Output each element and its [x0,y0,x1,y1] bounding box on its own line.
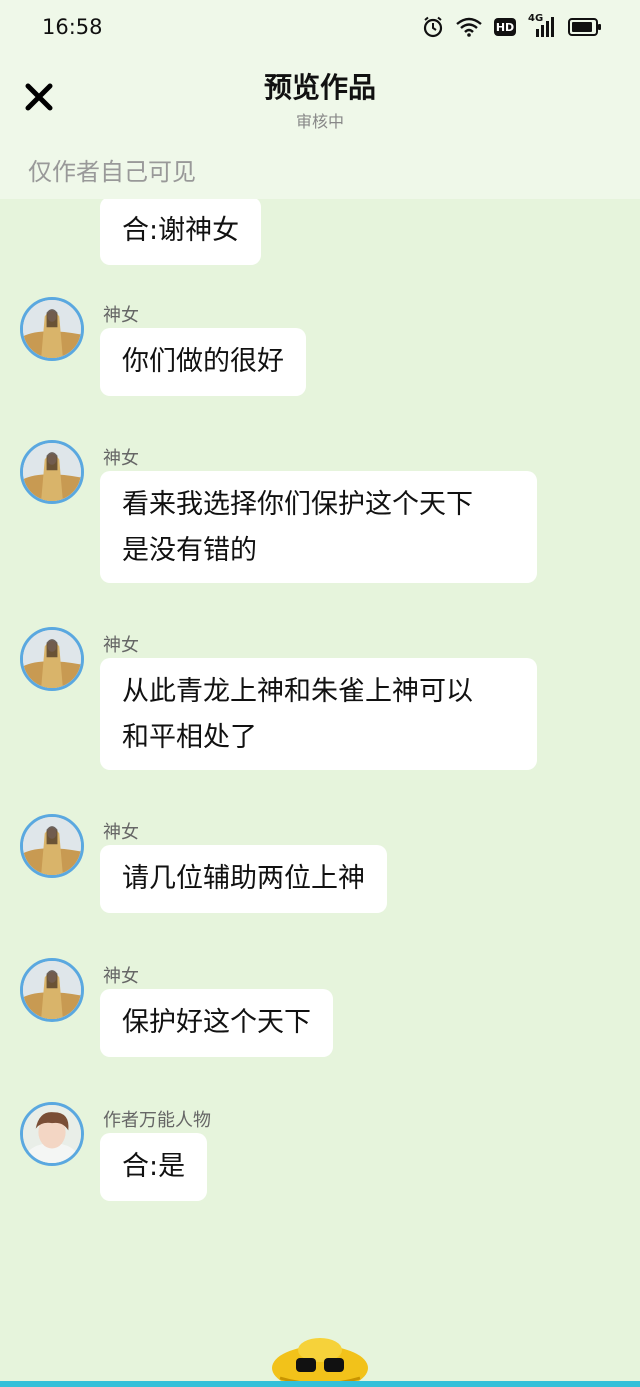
chat-message: 神女 请几位辅助两位上神 [0,814,640,944]
boy-avatar[interactable] [20,1102,84,1166]
speaker-name: 作者万能人物 [103,1110,211,1131]
chat-message: 神女 保护好这个天下 [0,958,640,1088]
message-bubble: 从此青龙上神和朱雀上神可以 和平相处了 [100,658,537,770]
battery-icon [568,18,601,36]
message-bubble: 你们做的很好 [100,328,306,396]
message-bubble: 合:谢神女 [100,199,262,265]
status-bar: 16:58 HD 4G [0,0,640,56]
page-title: 预览作品 [263,71,376,104]
alarm-icon [423,16,443,38]
status-icons: HD 4G [422,13,602,38]
message-text: 是没有错的 [122,535,257,566]
wifi-icon [456,17,482,37]
goddess-avatar[interactable] [20,627,84,691]
chat-message: 作者万能人物 合:是 [0,1102,640,1232]
message-text: 请几位辅助两位上神 [122,863,365,894]
review-status: 审核中 [295,112,344,131]
signal-icon: 4G [528,13,556,37]
message-text: 合:谢神女 [122,215,240,246]
goddess-avatar[interactable] [20,440,84,504]
goddess-avatar[interactable] [20,297,84,361]
message-text: 和平相处了 [122,722,257,753]
goddess-avatar[interactable] [20,814,84,878]
visibility-note: 仅作者自己可见 [28,158,196,186]
message-text: 保护好这个天下 [122,1007,311,1038]
speaker-name: 神女 [103,966,139,987]
mascot-icon[interactable] [268,1328,372,1387]
header: 预览作品 审核中 仅作者自己可见 [0,56,640,199]
speaker-name: 神女 [103,305,139,326]
message-text: 合:是 [122,1151,186,1182]
bottom-accent-bar [0,1381,640,1387]
message-text: 你们做的很好 [122,346,284,377]
message-bubble: 看来我选择你们保护这个天下 是没有错的 [100,471,537,583]
chat-message: 合:谢神女 [0,199,640,265]
chat-message: 神女 看来我选择你们保护这个天下 是没有错的 [0,440,640,600]
goddess-avatar[interactable] [20,958,84,1022]
hd-icon: HD [494,18,516,36]
message-bubble: 合:是 [100,1133,208,1201]
speaker-name: 神女 [103,822,139,843]
message-text: 看来我选择你们保护这个天下 [122,489,473,520]
message-text: 从此青龙上神和朱雀上神可以 [122,676,473,707]
speaker-name: 神女 [103,635,139,656]
chat-message: 神女 从此青龙上神和朱雀上神可以 和平相处了 [0,627,640,787]
message-bubble: 请几位辅助两位上神 [100,845,387,913]
status-time: 16:58 [42,15,103,39]
chat-message: 神女 你们做的很好 [0,297,640,427]
message-bubble: 保护好这个天下 [100,989,333,1057]
speaker-name: 神女 [103,448,139,469]
chat-list[interactable]: 合:谢神女 神女 你们做的很好 神女 看来我选择你们保护这个天下 是没有错的 神… [0,199,640,1369]
